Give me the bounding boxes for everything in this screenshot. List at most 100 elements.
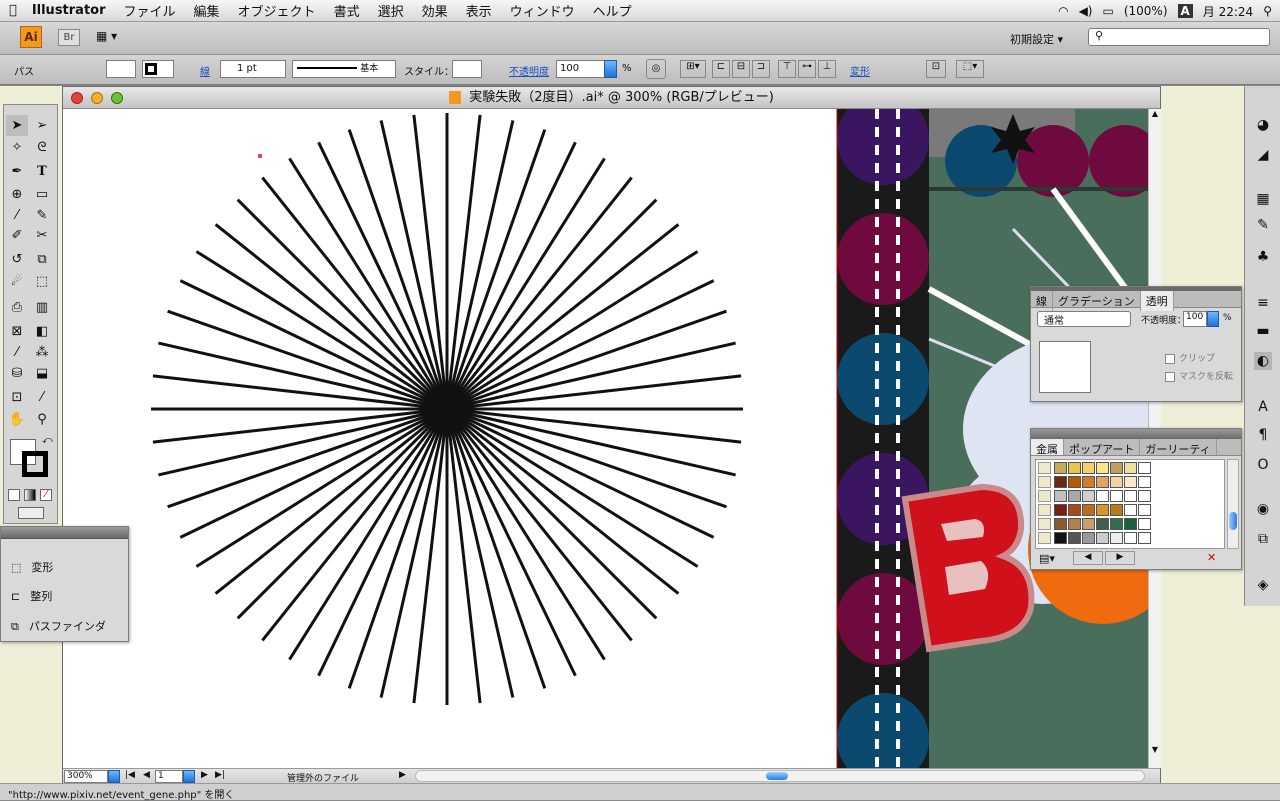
line-segment-tool-icon[interactable]: ⊕ <box>6 184 28 205</box>
fill-color-picker[interactable] <box>106 60 136 78</box>
panel-opacity-field[interactable]: 100 <box>1183 311 1207 327</box>
symbol-sprayer-tool-icon[interactable]: ⎙ <box>6 297 28 318</box>
zoom-window-button[interactable] <box>111 92 123 104</box>
swatch-scrollbar[interactable] <box>1227 459 1239 549</box>
color-swatch[interactable] <box>1138 532 1151 544</box>
blend-tool-icon[interactable]: ⁂ <box>31 342 53 363</box>
tab-stroke[interactable]: 線 <box>1031 291 1053 311</box>
stroke-weight-field[interactable]: 1 pt <box>220 60 286 78</box>
menu-help[interactable]: ヘルプ <box>584 1 641 20</box>
color-swatch[interactable] <box>1068 476 1081 488</box>
appearance-panel-icon[interactable]: ◉ <box>1254 500 1272 518</box>
color-swatch[interactable] <box>1054 462 1067 474</box>
color-swatch[interactable] <box>1096 462 1109 474</box>
menu-type[interactable]: 書式 <box>325 1 369 20</box>
stroke-color-picker[interactable] <box>142 60 174 78</box>
transform-panel-item[interactable]: ⬚ 変形 <box>11 559 53 575</box>
align-to-icon[interactable]: ⊞▾ <box>680 60 706 78</box>
gradient-tool-icon[interactable]: ◧ <box>31 321 53 342</box>
opacity-field[interactable]: 100 <box>556 60 606 78</box>
color-swatch[interactable] <box>1110 476 1123 488</box>
color-panel-icon[interactable]: ◕ <box>1254 116 1272 134</box>
color-swatch[interactable] <box>1124 532 1137 544</box>
artboard-dropdown[interactable] <box>183 770 195 783</box>
color-swatch[interactable] <box>1082 532 1095 544</box>
swatch-scroll-thumb[interactable] <box>1229 512 1237 530</box>
live-paint-selection-tool-icon[interactable]: ⬓ <box>31 363 53 384</box>
color-swatch[interactable] <box>1138 518 1151 530</box>
align-left-icon[interactable]: ⊏ <box>712 60 730 78</box>
panel-opacity-dropdown[interactable] <box>1207 311 1219 327</box>
burst-ray[interactable] <box>236 407 449 620</box>
direct-selection-tool-icon[interactable]: ➢ <box>31 115 53 136</box>
color-swatch[interactable] <box>1068 518 1081 530</box>
gradient-mode-icon[interactable] <box>24 489 36 501</box>
color-swatch[interactable] <box>1082 504 1095 516</box>
input-method-icon[interactable]: A <box>1177 4 1193 18</box>
symbols-panel-icon[interactable]: ♣ <box>1254 248 1272 266</box>
color-swatch[interactable] <box>1082 490 1095 502</box>
previous-artboard-icon[interactable]: ◀ <box>143 770 150 780</box>
slice-tool-icon[interactable]: ⁄ <box>31 387 53 408</box>
none-mode-icon[interactable]: ⁄ <box>40 489 52 501</box>
isolate-icon[interactable]: ⊡ <box>926 60 946 78</box>
color-swatch[interactable] <box>1096 518 1109 530</box>
warp-tool-icon[interactable]: ☄ <box>6 271 28 292</box>
volume-icon[interactable]: ◀) <box>1079 4 1093 18</box>
arrange-documents-button[interactable]: ▦ ▾ <box>96 29 126 46</box>
paintbrush-tool-icon[interactable]: ⁄ <box>6 205 28 226</box>
menu-effect[interactable]: 効果 <box>413 1 457 20</box>
color-swatch[interactable] <box>1054 490 1067 502</box>
menu-view[interactable]: 表示 <box>457 1 501 20</box>
brush-definition-dropdown[interactable]: 基本 <box>292 60 396 78</box>
close-window-button[interactable] <box>71 92 83 104</box>
align-top-icon[interactable]: ⊤ <box>778 60 796 78</box>
color-swatch[interactable] <box>1096 532 1109 544</box>
battery-icon[interactable]: ▭ <box>1102 4 1113 18</box>
color-swatch[interactable] <box>1124 504 1137 516</box>
color-swatch[interactable] <box>1110 462 1123 474</box>
align-panel-item[interactable]: ⊏ 整列 <box>11 588 52 604</box>
swap-fill-stroke-icon[interactable]: ⤺ <box>42 435 53 446</box>
color-swatch[interactable] <box>1138 504 1151 516</box>
eyedropper-tool-icon[interactable]: ⁄ <box>6 342 28 363</box>
transparency-panel-icon[interactable]: ◐ <box>1254 352 1272 370</box>
swatch-group-folder-icon[interactable] <box>1038 518 1051 530</box>
next-library-icon[interactable]: ▶ <box>1105 551 1135 565</box>
color-swatch[interactable] <box>1054 476 1067 488</box>
color-swatch[interactable] <box>1124 518 1137 530</box>
rectangle-tool-icon[interactable]: ▭ <box>31 184 53 205</box>
minimize-window-button[interactable] <box>91 92 103 104</box>
color-swatch[interactable] <box>1082 462 1095 474</box>
menu-window[interactable]: ウィンドウ <box>501 1 584 20</box>
clock[interactable]: 月 22:24 <box>1203 3 1253 20</box>
color-swatch[interactable] <box>1110 490 1123 502</box>
selection-tool-icon[interactable]: ➤ <box>6 115 28 136</box>
scissors-tool-icon[interactable]: ✂ <box>31 225 53 246</box>
tab-metal[interactable]: 金属 <box>1031 439 1064 455</box>
color-swatch[interactable] <box>1096 504 1109 516</box>
color-swatch[interactable] <box>1068 490 1081 502</box>
stroke-label[interactable]: 線 <box>200 63 210 78</box>
swatch-group-folder-icon[interactable] <box>1038 490 1051 502</box>
color-swatch[interactable] <box>1082 518 1095 530</box>
help-search-input[interactable]: ⚲ <box>1088 28 1270 46</box>
swatch-group-folder-icon[interactable] <box>1038 504 1051 516</box>
pencil-tool-icon[interactable]: ✎ <box>31 205 53 226</box>
color-swatch[interactable] <box>1110 518 1123 530</box>
status-menu-arrow-icon[interactable]: ▶ <box>399 770 406 780</box>
color-swatch[interactable] <box>1054 504 1067 516</box>
color-swatch[interactable] <box>1096 490 1109 502</box>
zoom-tool-icon[interactable]: ⚲ <box>31 409 53 430</box>
previous-library-icon[interactable]: ◀ <box>1073 551 1103 565</box>
pen-tool-icon[interactable]: ✒ <box>6 161 28 182</box>
column-graph-tool-icon[interactable]: ▥ <box>31 297 53 318</box>
apple-icon[interactable]:  <box>0 3 26 18</box>
color-swatch[interactable] <box>1054 532 1067 544</box>
stroke-swatch[interactable] <box>22 451 48 477</box>
color-swatch[interactable] <box>1138 490 1151 502</box>
swatch-library-menu-icon[interactable]: ▤▾ <box>1039 552 1055 565</box>
zoom-dropdown[interactable] <box>108 770 120 783</box>
color-swatch[interactable] <box>1110 532 1123 544</box>
stroke-panel-icon[interactable]: ≡ <box>1254 294 1272 312</box>
